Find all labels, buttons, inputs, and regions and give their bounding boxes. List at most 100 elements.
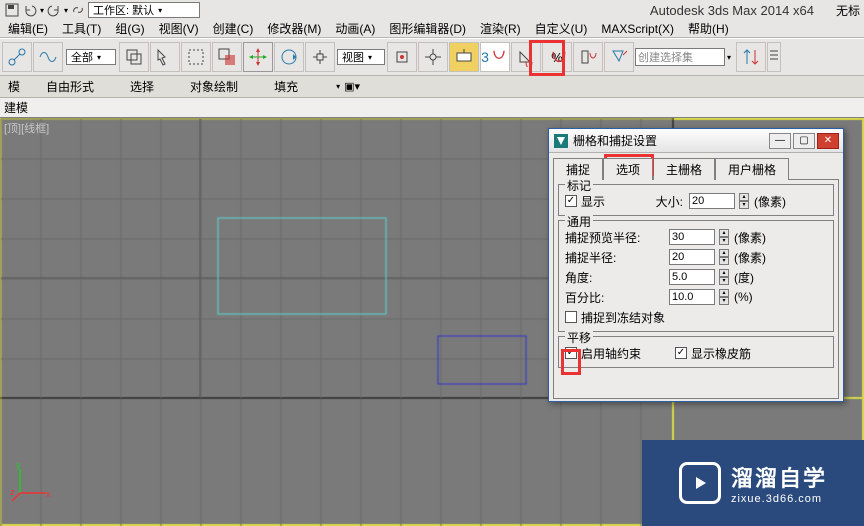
group-legend: 平移 (565, 329, 593, 346)
select-name-button[interactable] (150, 42, 180, 72)
tab-maingrid[interactable]: 主栅格 (653, 158, 715, 180)
link-icon[interactable] (70, 2, 86, 18)
angle-snap-button[interactable] (511, 42, 541, 72)
group-mark: 标记 显示 大小: 20 ▴▾ (像素) (558, 184, 834, 216)
maximize-button[interactable]: ▢ (793, 133, 815, 149)
label-angle: 角度: (565, 269, 665, 286)
menu-edit[interactable]: 编辑(E) (2, 20, 54, 37)
input-size[interactable]: 20 (689, 193, 735, 209)
menu-help[interactable]: 帮助(H) (682, 20, 735, 37)
spinner[interactable]: ▴▾ (719, 269, 729, 285)
selection-set-dropdown[interactable]: 创建选择集 (635, 48, 725, 66)
ribbon-freeform[interactable]: 自由形式 (28, 76, 112, 98)
percent-snap-button[interactable]: % (542, 42, 572, 72)
ribbon-fill[interactable]: 填充 (256, 76, 316, 98)
window-crossing-button[interactable] (212, 42, 242, 72)
menu-graph[interactable]: 图形编辑器(D) (383, 20, 472, 37)
menu-view[interactable]: 视图(V) (153, 20, 205, 37)
tab-page-options: 标记 显示 大小: 20 ▴▾ (像素) 通用 捕捉预览半径: 30▴▾(像素)… (553, 179, 839, 399)
chevron-down-icon[interactable]: ▾ (336, 82, 340, 91)
unit-pixel: (像素) (754, 193, 786, 210)
app-icon (553, 133, 569, 149)
named-sel-button[interactable] (604, 42, 634, 72)
checkbox-rubber-band[interactable] (675, 347, 687, 359)
align-button[interactable] (767, 42, 781, 72)
quick-access-toolbar: ▾ ▾ 工作区: 默认▾ Autodesk 3ds Max 2014 x64 无… (0, 0, 864, 20)
mirror-button[interactable] (736, 42, 766, 72)
save-icon[interactable] (4, 2, 20, 18)
checkbox-show[interactable] (565, 195, 577, 207)
svg-text:x: x (46, 489, 51, 499)
redo-icon[interactable] (46, 2, 62, 18)
menu-script[interactable]: MAXScript(X) (595, 22, 680, 36)
ribbon-collapse-icon[interactable]: ▣▾ (344, 80, 360, 93)
unit: (像素) (734, 229, 766, 246)
main-toolbar: 全部▾ 视图▾ 3 % 创建选择集 ▾ (0, 38, 864, 76)
checkbox-axis-constraint[interactable] (565, 347, 577, 359)
app-title: Autodesk 3ds Max 2014 x64 (650, 3, 814, 18)
spinner[interactable]: ▴▾ (719, 249, 729, 265)
select-obj-button[interactable] (119, 42, 149, 72)
ribbon-tabs: 模 自由形式 选择 对象绘制 填充 ▾ ▣▾ (0, 76, 864, 98)
label-show: 显示 (581, 193, 605, 210)
filter-dropdown[interactable]: 全部▾ (66, 49, 116, 65)
ribbon-mode[interactable]: 模 (0, 76, 28, 98)
menu-tool[interactable]: 工具(T) (56, 20, 107, 37)
unit: (%) (734, 290, 753, 304)
logo-text-big: 溜溜自学 (731, 461, 827, 493)
input-angle[interactable]: 5.0 (669, 269, 715, 285)
tab-options[interactable]: 选项 (603, 158, 653, 180)
menu-modifier[interactable]: 修改器(M) (261, 20, 327, 37)
input-snap-preview[interactable]: 30 (669, 229, 715, 245)
snap-3d-button[interactable]: 3 (480, 42, 510, 72)
dropdown-icon[interactable]: ▾ (40, 6, 44, 15)
ribbon-select[interactable]: 选择 (112, 76, 172, 98)
spinner[interactable]: ▴▾ (719, 229, 729, 245)
menu-anim[interactable]: 动画(A) (329, 20, 381, 37)
spinner-snap-button[interactable] (573, 42, 603, 72)
use-center-button[interactable] (387, 42, 417, 72)
unsaved-text: 无标 (836, 2, 860, 19)
keyboard-shortcut-button[interactable] (449, 42, 479, 72)
input-snap-radius[interactable]: 20 (669, 249, 715, 265)
scale-button[interactable] (305, 42, 335, 72)
close-button[interactable]: ✕ (817, 133, 839, 149)
svg-text:y: y (16, 460, 21, 470)
spinner[interactable]: ▴▾ (719, 289, 729, 305)
rotate-button[interactable] (274, 42, 304, 72)
workspace-dropdown[interactable]: 工作区: 默认▾ (88, 2, 200, 18)
axis-gizmo: y z x (10, 459, 54, 506)
label-snap-radius: 捕捉半径: (565, 249, 665, 266)
group-translate: 平移 启用轴约束 显示橡皮筋 (558, 336, 834, 368)
undo-icon[interactable] (22, 2, 38, 18)
checkbox-freeze[interactable] (565, 311, 577, 323)
watermark-logo: 溜溜自学 zixue.3d66.com (642, 440, 864, 526)
menu-custom[interactable]: 自定义(U) (529, 20, 594, 37)
spinner-size[interactable]: ▴▾ (739, 193, 749, 209)
ref-coord-dropdown[interactable]: 视图▾ (337, 49, 385, 65)
group-legend: 标记 (565, 177, 593, 194)
menu-render[interactable]: 渲染(R) (474, 20, 527, 37)
ribbon-paint[interactable]: 对象绘制 (172, 76, 256, 98)
manipulator-button[interactable] (418, 42, 448, 72)
menu-group[interactable]: 组(G) (109, 20, 150, 37)
move-button[interactable] (243, 42, 273, 72)
unit: (度) (734, 269, 754, 286)
tab-usergrid[interactable]: 用户栅格 (715, 158, 789, 180)
dialog-tabs: 捕捉 选项 主栅格 用户栅格 (553, 157, 839, 179)
grid-snap-dialog: 栅格和捕捉设置 — ▢ ✕ 捕捉 选项 主栅格 用户栅格 标记 显示 大小: 2… (548, 128, 844, 402)
input-percent[interactable]: 10.0 (669, 289, 715, 305)
logo-text-small: zixue.3d66.com (731, 493, 827, 505)
select-link-button[interactable] (2, 42, 32, 72)
svg-text:z: z (10, 487, 15, 497)
dialog-title: 栅格和捕捉设置 (573, 132, 657, 149)
dropdown-icon[interactable]: ▾ (64, 6, 68, 15)
dialog-titlebar[interactable]: 栅格和捕捉设置 — ▢ ✕ (549, 129, 843, 153)
dropdown-icon[interactable]: ▾ (727, 53, 731, 62)
select-region-button[interactable] (181, 42, 211, 72)
unlink-button[interactable] (33, 42, 63, 72)
minimize-button[interactable]: — (769, 133, 791, 149)
viewport-label[interactable]: [顶][线框] (4, 120, 49, 136)
menu-create[interactable]: 创建(C) (207, 20, 260, 37)
chevron-down-icon: ▾ (158, 6, 162, 15)
